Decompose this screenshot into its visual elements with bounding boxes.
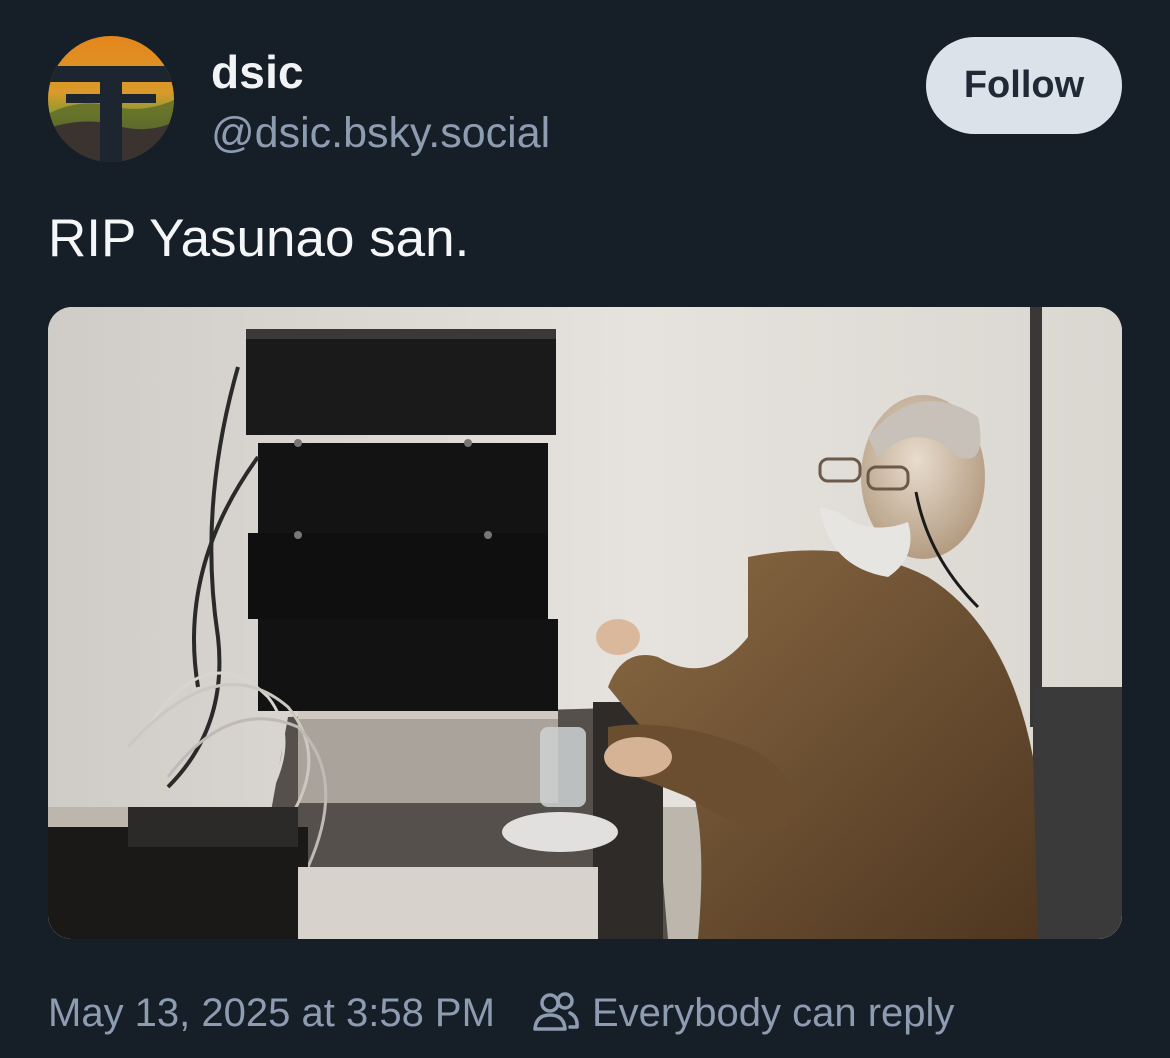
author-display-name[interactable]: dsic [211, 44, 304, 100]
torii-gate-avatar-icon [48, 36, 174, 162]
post-text: RIP Yasunao san. [48, 209, 470, 268]
author-handle[interactable]: @dsic.bsky.social [211, 106, 550, 160]
post: dsic @dsic.bsky.social Follow RIP Yasuna… [0, 0, 1170, 1058]
photo-image-icon [48, 307, 1122, 939]
post-timestamp[interactable]: May 13, 2025 at 3:58 PM [48, 988, 495, 1038]
people-icon [532, 991, 580, 1035]
author-avatar[interactable] [48, 36, 174, 162]
reply-setting[interactable]: Everybody can reply [532, 988, 954, 1038]
reply-setting-label: Everybody can reply [592, 991, 955, 1035]
post-image[interactable] [48, 307, 1122, 939]
follow-button[interactable]: Follow [926, 37, 1122, 134]
